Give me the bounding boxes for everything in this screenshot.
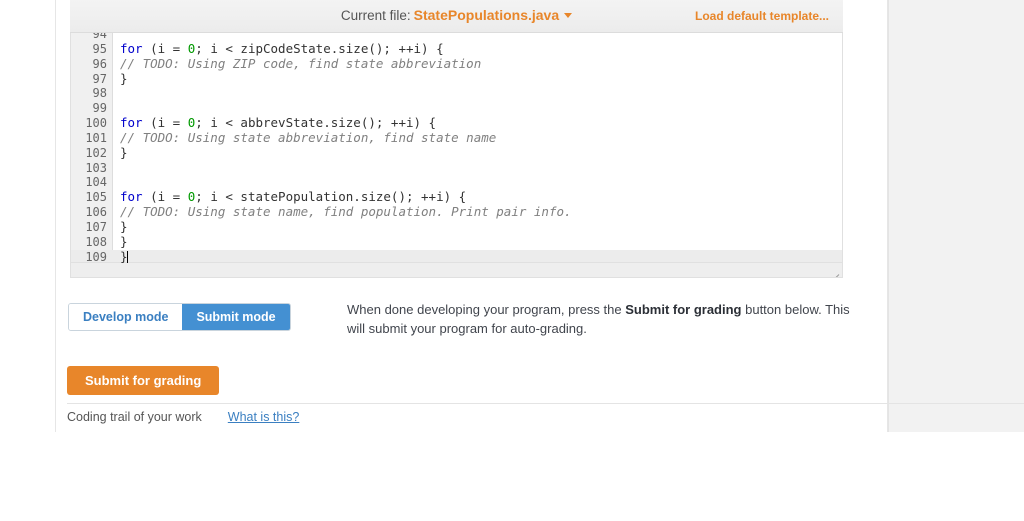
code-line[interactable]: 97} (71, 70, 842, 87)
code-line[interactable]: 107} (71, 218, 842, 235)
submit-for-grading-button[interactable]: Submit for grading (67, 366, 220, 395)
code-line[interactable]: 103 (71, 161, 842, 176)
code-text: for (i = 0; i < abbrevState.size(); ++i)… (120, 115, 437, 131)
page-root: Current file: StatePopulations.java Load … (0, 0, 1024, 521)
line-number: 100 (85, 116, 107, 131)
submit-mode-button[interactable]: Submit mode (182, 304, 290, 330)
code-editor-panel: Current file: StatePopulations.java Load … (70, 0, 843, 278)
coding-trail-label: Coding trail of your work (67, 410, 202, 424)
code-line[interactable]: 96 // TODO: Using ZIP code, find state ab… (71, 55, 842, 72)
what-is-this-link[interactable]: What is this? (228, 410, 300, 424)
code-line[interactable]: 102} (71, 144, 842, 161)
line-number: 105 (85, 190, 107, 205)
footer-divider (67, 403, 1024, 404)
develop-mode-button[interactable]: Develop mode (69, 304, 183, 330)
code-editor-body[interactable]: 94 95 for (i = 0; i < zipCodeState.size();… (70, 33, 843, 278)
line-number: 107 (85, 219, 107, 234)
code-text: } (120, 248, 128, 264)
code-line[interactable]: 105 for (i = 0; i < statePopulation.size(… (71, 189, 842, 205)
code-line[interactable]: 100 for (i = 0; i < abbrevState.size(); +… (71, 115, 842, 131)
code-line[interactable]: 95 for (i = 0; i < zipCodeState.size(); +… (71, 40, 842, 57)
line-number: 99 (92, 101, 107, 116)
content-column-right-edge (888, 0, 889, 432)
line-number: 109 (85, 249, 107, 264)
page-left-margin (0, 0, 55, 432)
line-number: 94 (92, 33, 107, 41)
line-number: 102 (85, 145, 107, 160)
code-line[interactable]: 98 (71, 86, 842, 101)
page-bottom-whitespace (0, 432, 1024, 521)
instructions-text: When done developing your program, press… (347, 300, 859, 338)
code-text: // TODO: Using ZIP code, find state abbr… (120, 55, 482, 71)
code-text: // TODO: Using state abbreviation, find … (120, 129, 497, 145)
instructions-before: When done developing your program, press… (347, 302, 626, 317)
code-text: } (120, 218, 128, 234)
text-cursor (126, 250, 128, 263)
code-text: // TODO: Using state name, find populati… (120, 204, 572, 220)
current-file-label: Current file: (340, 8, 411, 23)
resize-grip-icon[interactable] (829, 265, 840, 277)
editor-footer-strip (71, 262, 842, 277)
code-text: } (120, 233, 128, 249)
line-number: 108 (85, 234, 107, 249)
load-default-template-link[interactable]: Load default template... (695, 9, 829, 23)
line-number: 96 (92, 56, 107, 71)
code-line[interactable]: 104 (71, 175, 842, 190)
page-background-right (888, 0, 1024, 432)
content-column: Current file: StatePopulations.java Load … (55, 0, 1024, 432)
code-line[interactable]: 106 // TODO: Using state name, find popul… (71, 204, 842, 220)
code-surface[interactable]: 94 95 for (i = 0; i < zipCodeState.size();… (71, 33, 842, 271)
code-line[interactable]: 101 // TODO: Using state abbreviation, fi… (71, 129, 842, 146)
code-line[interactable]: 99 (71, 101, 842, 116)
mode-toggle-group[interactable]: Develop mode Submit mode (68, 303, 291, 331)
code-text: for (i = 0; i < statePopulation.size(); … (120, 189, 467, 205)
line-number: 101 (85, 130, 107, 145)
current-file-name: StatePopulations.java (413, 7, 560, 23)
line-number: 103 (85, 160, 107, 175)
line-number: 106 (85, 205, 107, 220)
coding-trail-row: Coding trail of your work What is this? (67, 410, 299, 424)
line-number: 98 (92, 86, 107, 101)
editor-header: Current file: StatePopulations.java Load … (70, 0, 843, 33)
instructions-emphasis: Submit for grading (625, 302, 742, 317)
line-number: 104 (85, 175, 107, 190)
code-text: } (120, 144, 128, 160)
line-number: 97 (92, 71, 107, 86)
code-text: } (120, 70, 128, 86)
chevron-down-icon[interactable] (564, 12, 573, 18)
code-text: for (i = 0; i < zipCodeState.size(); ++i… (120, 40, 444, 56)
line-number: 95 (92, 41, 107, 56)
code-line[interactable]: 108} (71, 233, 842, 250)
